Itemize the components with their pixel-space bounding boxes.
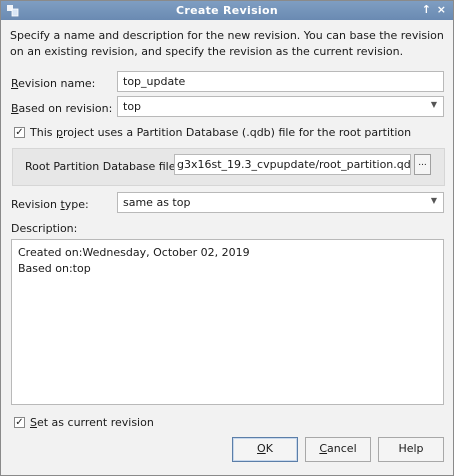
revision-type-value: same as top (123, 196, 191, 209)
revision-name-label: Revision name: (11, 77, 96, 90)
based-on-revision-value: top (123, 100, 142, 113)
description-label: Description: (11, 222, 78, 235)
chevron-down-icon: ▼ (430, 100, 437, 109)
partition-db-checkbox[interactable]: ✓ (14, 127, 25, 138)
description-line: Created on:Wednesday, October 02, 2019 (18, 246, 250, 259)
shade-up-icon[interactable]: ↑ (422, 3, 431, 16)
title-bar[interactable]: Create Revision ↑ × (1, 1, 453, 20)
partition-db-checkbox-label[interactable]: This project uses a Partition Database (… (30, 126, 411, 139)
cancel-button[interactable]: Cancel (305, 437, 371, 462)
close-icon[interactable]: × (437, 3, 446, 16)
revision-type-select[interactable]: same as top ▼ (117, 192, 444, 213)
revision-type-label: Revision type: (11, 198, 89, 211)
root-partition-file-input[interactable]: g3x16st_19.3_cvpupdate/root_partition.qd… (174, 154, 411, 175)
description-line: Based on:top (18, 262, 91, 275)
root-partition-file-label: Root Partition Database file: (25, 160, 180, 173)
ok-button[interactable]: OK (232, 437, 298, 462)
intro-text: Specify a name and description for the n… (10, 29, 444, 58)
chevron-down-icon: ▼ (430, 196, 437, 205)
set-current-revision-checkbox[interactable]: ✓ (14, 417, 25, 428)
based-on-revision-label: Based on revision: (11, 102, 113, 115)
set-current-revision-label[interactable]: Set as current revision (30, 416, 154, 429)
help-button[interactable]: Help (378, 437, 444, 462)
based-on-revision-select[interactable]: top ▼ (117, 96, 444, 117)
description-textarea[interactable]: Created on:Wednesday, October 02, 2019 B… (11, 239, 444, 405)
window-title: Create Revision (175, 4, 278, 17)
browse-button[interactable]: ... (414, 154, 431, 175)
revision-name-input[interactable]: top_update (117, 71, 444, 92)
create-revision-dialog: Create Revision ↑ × Specify a name and d… (0, 0, 454, 476)
